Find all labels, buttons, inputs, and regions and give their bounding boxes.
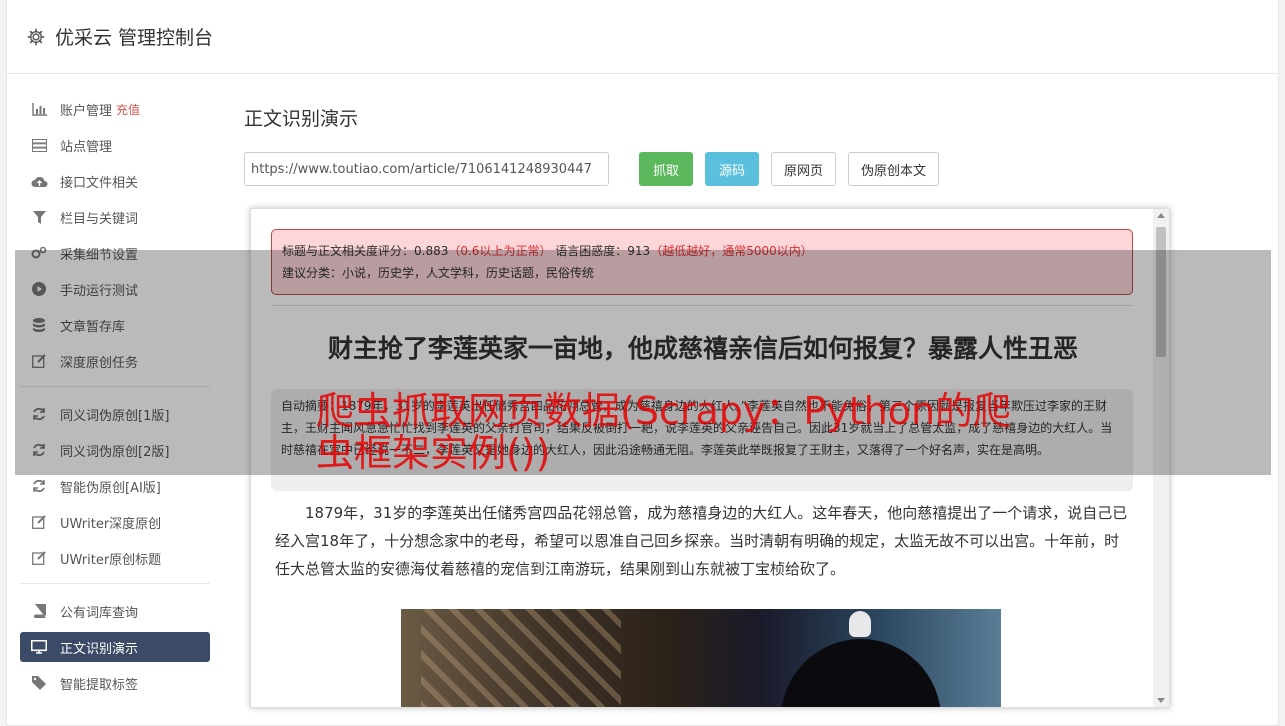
sidebar-item-columns-keywords[interactable]: 栏目与关键词: [20, 202, 210, 232]
sidebar-item-text-recognition[interactable]: 正文识别演示: [20, 632, 210, 662]
sidebar-item-public-lexicon[interactable]: 公有词库查询: [20, 596, 210, 626]
bar-chart-icon: [30, 101, 48, 117]
sidebar-item-label: UWriter深度原创: [60, 516, 162, 532]
toolbar: 抓取 源码 原网页 伪原创本文: [244, 152, 1184, 186]
sidebar-item-label: 智能伪原创[AI版]: [60, 480, 161, 496]
edit-icon: [30, 514, 48, 530]
sidebar-item-label: 栏目与关键词: [60, 211, 139, 227]
sidebar-item-label: 站点管理: [60, 139, 113, 155]
tag-icon: [30, 675, 48, 691]
fetch-button[interactable]: 抓取: [639, 152, 693, 186]
sidebar-item-smart-tags[interactable]: 智能提取标签: [20, 668, 210, 698]
article-image: [401, 609, 1001, 707]
sidebar-item-uwriter-title[interactable]: UWriter原创标题: [20, 543, 210, 573]
monitor-icon: [30, 639, 48, 655]
sidebar-item-label: 公有词库查询: [60, 605, 139, 621]
refresh-icon: [30, 478, 48, 494]
pseudo-original-button[interactable]: 伪原创本文: [848, 152, 940, 186]
sidebar-item-account[interactable]: 账户管理 充值: [20, 94, 210, 124]
image-lattice-decor: [421, 609, 621, 707]
sidebar-item-sites[interactable]: 站点管理: [20, 130, 210, 160]
sidebar-item-ai-rewrite[interactable]: 智能伪原创[AI版]: [20, 471, 210, 501]
scroll-up-icon[interactable]: [1157, 213, 1165, 218]
source-button[interactable]: 源码: [705, 152, 759, 186]
filter-icon: [30, 209, 48, 225]
sidebar-item-label: 账户管理: [60, 103, 113, 119]
sidebar-item-label: 接口文件相关: [60, 175, 139, 191]
server-icon: [30, 137, 48, 153]
book-icon: [30, 603, 48, 619]
sidebar-item-interface-files[interactable]: 接口文件相关: [20, 166, 210, 196]
sidebar-item-label: 正文识别演示: [60, 641, 139, 657]
main-content: 正文识别演示 抓取 源码 原网页 伪原创本文: [244, 94, 1184, 186]
image-hat-finial: [849, 611, 871, 637]
sidebar-divider: [20, 583, 210, 584]
recharge-link[interactable]: 充值: [116, 101, 140, 118]
scroll-down-icon[interactable]: [1157, 698, 1165, 703]
app-header: 优采云 管理控制台: [7, 0, 1278, 74]
image-hat-shape: [781, 639, 941, 707]
app-title: 优采云 管理控制台: [55, 27, 214, 49]
original-page-button[interactable]: 原网页: [771, 152, 837, 186]
article-paragraph: 1879年，31岁的李莲英出任储秀宫四品花翎总管，成为慈禧身边的大红人。这年春天…: [275, 504, 1128, 578]
page-title: 正文识别演示: [244, 107, 359, 130]
sidebar-item-uwriter-deep[interactable]: UWriter深度原创: [20, 507, 210, 537]
cloud-upload-icon: [30, 173, 48, 189]
sidebar-item-label: UWriter原创标题: [60, 552, 162, 568]
edit-icon: [30, 550, 48, 566]
sidebar-item-label: 智能提取标签: [60, 677, 139, 693]
watermark-text: 爬虫抓取网页数据(Scrapy：Python的爬虫框架实例()): [316, 389, 1012, 475]
url-input[interactable]: [244, 152, 609, 186]
gear-icon: [25, 26, 47, 48]
